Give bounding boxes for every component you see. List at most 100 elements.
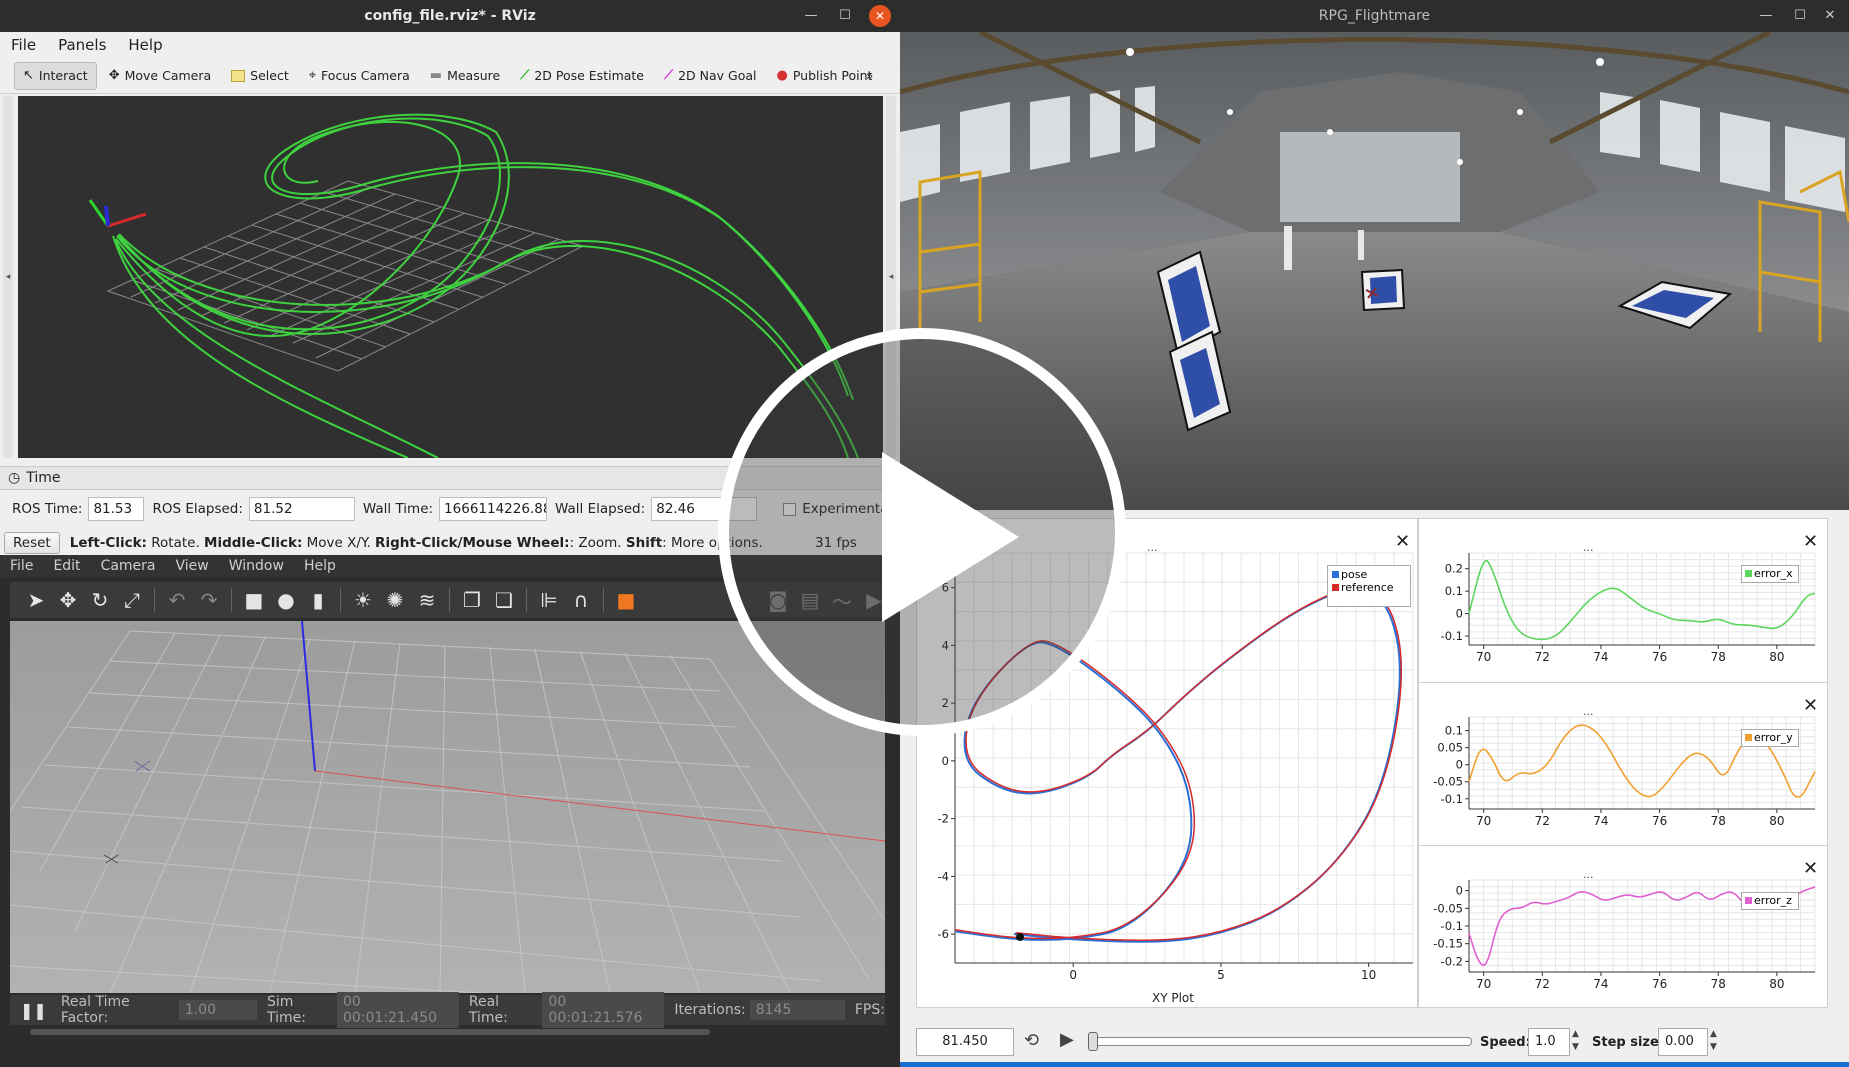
speed-stepper-icon[interactable]: ▲ ▼ — [1572, 1028, 1579, 1054]
x-tick-label: 70 — [1476, 814, 1491, 828]
left-panel-toggle[interactable]: ◂ — [3, 96, 13, 458]
scale-icon[interactable]: ⤢ — [116, 588, 148, 612]
close-icon[interactable]: ✕ — [1819, 5, 1841, 27]
x-tick-label: 80 — [1769, 977, 1784, 991]
cylinder-shape-icon[interactable]: ▮ — [302, 588, 334, 612]
sphere-shape-icon[interactable]: ● — [270, 588, 302, 612]
time-field[interactable]: 81.450 — [916, 1028, 1014, 1056]
tool-interact[interactable]: ↖ Interact — [14, 61, 97, 90]
error-z-panel[interactable]: ... ✕ 70 72 74 76 78 80 0 -0.05 -0.1 -0.15 -0.2 er… — [1419, 845, 1827, 1008]
play-icon[interactable]: ▶ — [1060, 1029, 1074, 1050]
box-shape-icon[interactable]: ■ — [238, 588, 270, 612]
step-size-spinbox[interactable]: 0.00 — [1658, 1028, 1708, 1056]
error-y-legend[interactable]: error_y — [1741, 729, 1799, 747]
close-icon[interactable]: ✕ — [869, 5, 891, 27]
step-size-label: Step size: — [1592, 1035, 1665, 1050]
legend-item-pose[interactable]: pose — [1332, 568, 1406, 581]
error-y-panel[interactable]: ... ✕ 70 72 74 76 78 80 0.1 0.05 0 -0.05 -0.1 erro… — [1419, 682, 1827, 845]
copy-icon[interactable]: ❐ — [456, 588, 488, 612]
gz-menu-camera[interactable]: Camera — [91, 558, 166, 574]
x-tick-label: 74 — [1593, 814, 1608, 828]
pin-icon: ● — [776, 68, 788, 83]
timeline-handle[interactable] — [1088, 1032, 1098, 1051]
spot-light-icon[interactable]: ✺ — [379, 588, 411, 612]
tool-publish-point[interactable]: ● Publish Point — [769, 62, 881, 90]
error-x-panel[interactable]: ... ✕ 70 72 74 76 78 80 0.2 0.1 0 -0.1 error_x — [1419, 519, 1827, 682]
hint-left-click: Left-Click: — [69, 534, 147, 551]
maximize-icon[interactable]: ☐ — [834, 5, 856, 27]
wall-time-label: Wall Time: — [362, 501, 434, 517]
y-tick-label: 0 — [1456, 884, 1463, 898]
y-tick-label: -0.1 — [1441, 629, 1463, 643]
tool-move-camera[interactable]: ✥ Move Camera — [101, 62, 219, 90]
iterations-value: 8145 — [749, 1000, 845, 1020]
snap-icon[interactable]: ∩ — [565, 588, 597, 612]
maximize-icon[interactable]: ☐ — [1789, 5, 1811, 27]
tool-nav-goal[interactable]: ⟋ 2D Nav Goal — [656, 62, 765, 90]
minimize-icon[interactable]: — — [800, 5, 822, 27]
focus-icon: ⌖ — [308, 68, 317, 83]
menu-help[interactable]: Help — [117, 36, 173, 54]
tool-pose-estimate[interactable]: ⟋ 2D Pose Estimate — [512, 62, 652, 90]
align-icon[interactable]: ⊫ — [533, 588, 565, 612]
loop-icon[interactable]: ⟲ — [1024, 1030, 1039, 1051]
undo-icon[interactable]: ↶ — [161, 588, 193, 612]
menu-panels[interactable]: Panels — [47, 36, 117, 54]
gazebo-statusbar: ❚❚ Real Time Factor: 1.00 Sim Time: 00 0… — [10, 992, 885, 1028]
tool-focus-camera[interactable]: ⌖ Focus Camera — [301, 62, 418, 90]
gazebo-scrollbar[interactable] — [30, 1029, 710, 1035]
y-tick-label: -0.05 — [1433, 775, 1463, 789]
point-light-icon[interactable]: ☀ — [347, 588, 379, 612]
x-tick-label: 10 — [1361, 968, 1376, 982]
gz-menu-edit[interactable]: Edit — [43, 558, 90, 574]
x-tick-label: 76 — [1652, 814, 1667, 828]
ros-elapsed-field[interactable]: 81.52 — [248, 497, 355, 521]
fps-label: FPS: — [854, 1002, 885, 1018]
speed-spinbox[interactable]: 1.0 — [1528, 1028, 1570, 1056]
gz-menu-view[interactable]: View — [166, 558, 219, 574]
menu-file[interactable]: File — [0, 36, 47, 54]
pause-icon[interactable]: ❚❚ — [20, 1001, 47, 1020]
select-arrow-icon[interactable]: ➤ — [20, 588, 52, 612]
clock-icon: ◷ — [8, 470, 21, 486]
legend-swatch — [1332, 571, 1339, 578]
wall-time-field[interactable]: 1666114226.88 — [439, 497, 548, 521]
hint-middle-click: Middle-Click: — [204, 534, 303, 551]
change-view-icon[interactable]: ■ — [610, 588, 642, 612]
redo-icon[interactable]: ↷ — [193, 588, 225, 612]
y-tick-label: -4 — [938, 869, 949, 883]
ros-time-field[interactable]: 81.53 — [88, 497, 145, 521]
tool-select[interactable]: Select — [223, 62, 297, 90]
move-icon: ✥ — [108, 68, 120, 83]
paste-icon[interactable]: ❏ — [488, 588, 520, 612]
rotate-icon[interactable]: ↻ — [84, 588, 116, 612]
toolbar-separator — [603, 588, 604, 612]
tool-label: Select — [250, 68, 289, 83]
x-tick-label: 80 — [1769, 650, 1784, 664]
timeline-slider[interactable] — [1092, 1037, 1472, 1046]
gz-menu-window[interactable]: Window — [219, 558, 294, 574]
gz-menu-file[interactable]: File — [0, 558, 43, 574]
directional-light-icon[interactable]: ≋ — [411, 588, 443, 612]
toolbar-overflow-icon[interactable]: » — [866, 69, 873, 83]
error-z-legend[interactable]: error_z — [1741, 892, 1799, 910]
y-tick-label: 0.05 — [1437, 741, 1463, 755]
video-play-button[interactable] — [718, 328, 1126, 736]
x-tick-label: 72 — [1535, 814, 1550, 828]
translate-icon[interactable]: ✥ — [52, 588, 84, 612]
error-x-legend[interactable]: error_x — [1741, 565, 1799, 583]
x-tick-label: 74 — [1593, 650, 1608, 664]
y-tick-label: 0 — [942, 754, 949, 768]
gz-menu-help[interactable]: Help — [294, 558, 346, 574]
step-stepper-icon[interactable]: ▲ ▼ — [1710, 1028, 1717, 1054]
tool-measure[interactable]: ▬ Measure — [422, 62, 508, 90]
legend-swatch — [1745, 570, 1752, 577]
toolbar-separator — [449, 588, 450, 612]
reset-button[interactable]: Reset — [4, 531, 60, 554]
legend-swatch — [1332, 584, 1339, 591]
legend-item-reference[interactable]: reference — [1332, 581, 1406, 594]
x-tick-label: 78 — [1711, 977, 1726, 991]
minimize-icon[interactable]: — — [1755, 5, 1777, 27]
hint-right-click: Right-Click/Mouse Wheel: — [375, 534, 570, 551]
rviz-toolbar: ↖ Interact ✥ Move Camera Select ⌖ Focus Cam… — [0, 58, 900, 94]
